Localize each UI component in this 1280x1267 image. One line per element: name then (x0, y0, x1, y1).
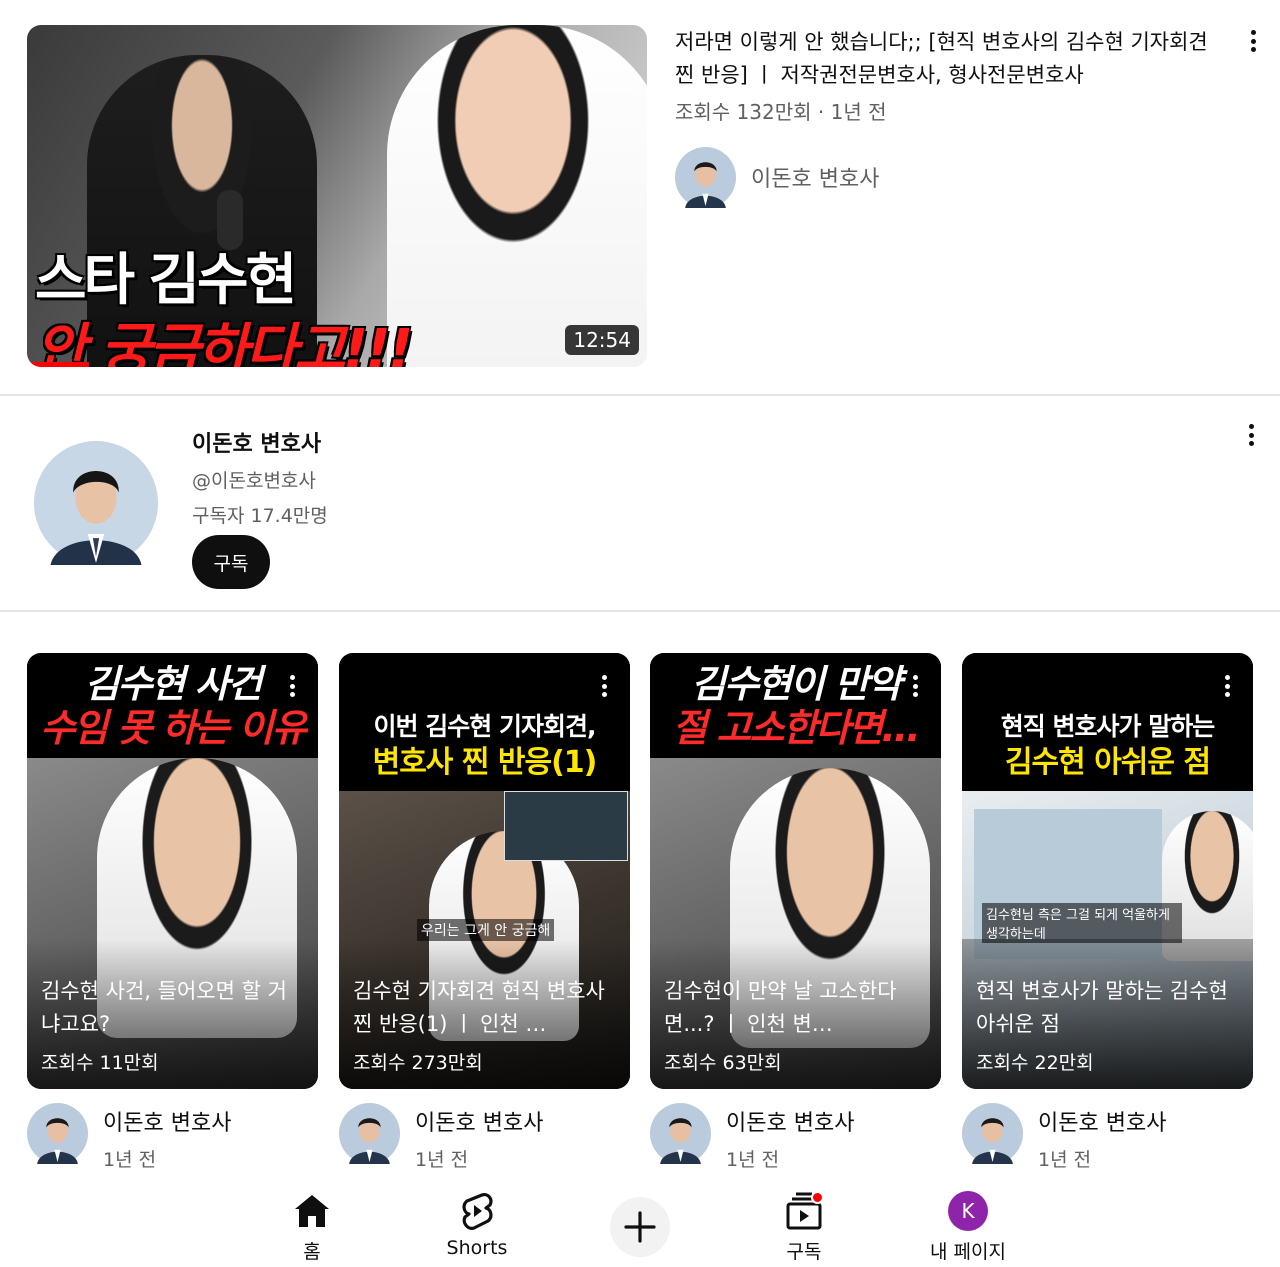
thumbnail-subtitle: 김수현님 측은 그걸 되게 억울하게 생각하는데 (982, 903, 1182, 943)
subscriptions-icon (784, 1191, 824, 1231)
short-channel-name[interactable]: 이돈호 변호사 (415, 1105, 543, 1137)
more-vert-icon[interactable] (1241, 26, 1265, 56)
more-vert-icon[interactable] (1239, 420, 1263, 450)
channel-avatar[interactable] (650, 1103, 711, 1164)
short-banner: 김수현 사건 수임 못 하는 이유 (27, 653, 318, 758)
thumbnail-caption-line1: 스타 김수현 (35, 248, 297, 313)
nav-home[interactable]: 홈 (252, 1185, 372, 1267)
banner-line2: 김수현 아쉬운 점 (1004, 745, 1211, 780)
video-thumbnail[interactable]: 스타 김수현 안 궁금하다고!!! 12:54 (27, 25, 647, 367)
channel-avatar[interactable] (675, 147, 736, 208)
short-card[interactable]: 현직 변호사가 말하는 김수현 아쉬운 점 김수현님 측은 그걸 되게 억울하게… (962, 653, 1253, 1089)
thumbnail-inset (504, 791, 628, 861)
nav-shorts-label: Shorts (446, 1237, 508, 1259)
channel-handle: @이돈호변호사 (192, 470, 316, 492)
short-card[interactable]: 이번 김수현 기자회견, 변호사 찐 반응(1) 우리는 그게 안 궁금해 김수… (339, 653, 630, 1089)
subscribe-button[interactable]: 구독 (192, 535, 270, 589)
nav-shorts[interactable]: Shorts (417, 1185, 537, 1267)
thumbnail-subtitle: 우리는 그게 안 궁금해 (417, 919, 555, 941)
short-title: 김수현이 만약 날 고소한다면...? ㅣ 인천 변… (664, 979, 897, 1036)
channel-avatar-large[interactable] (34, 441, 158, 565)
banner-line1: 김수현이 만약 (691, 661, 902, 706)
create-button[interactable] (610, 1197, 670, 1257)
short-card[interactable]: 김수현 사건 수임 못 하는 이유 김수현 사건, 들어오면 할 거냐고요? 조… (27, 653, 318, 1089)
account-avatar: K (948, 1191, 988, 1231)
channel-avatar[interactable] (339, 1103, 400, 1164)
duration-badge: 12:54 (565, 325, 639, 355)
short-title: 김수현 사건, 들어오면 할 거냐고요? (41, 979, 287, 1036)
channel-name[interactable]: 이돈호 변호사 (751, 161, 879, 193)
video-item[interactable]: 스타 김수현 안 궁금하다고!!! 12:54 저라면 이렇게 안 했습니다;;… (0, 0, 1280, 395)
short-channel-name[interactable]: 이돈호 변호사 (103, 1105, 231, 1137)
nav-you[interactable]: K 내 페이지 (908, 1185, 1028, 1267)
banner-line1: 현직 변호사가 말하는 (1000, 712, 1215, 741)
more-vert-icon[interactable] (1215, 671, 1239, 701)
nav-home-label: 홈 (303, 1241, 321, 1263)
short-views: 조회수 63만회 (664, 1052, 782, 1074)
short-channel-name[interactable]: 이돈호 변호사 (726, 1105, 854, 1137)
short-age: 1년 전 (726, 1149, 780, 1171)
short-age: 1년 전 (415, 1149, 469, 1171)
short-title: 현직 변호사가 말하는 김수현 아쉬운 점 (976, 979, 1228, 1036)
channel-avatar[interactable] (27, 1103, 88, 1164)
banner-line1: 이번 김수현 기자회견, (373, 712, 597, 741)
home-icon (292, 1191, 332, 1231)
short-age: 1년 전 (1038, 1149, 1092, 1171)
channel-title[interactable]: 이돈호 변호사 (192, 426, 321, 458)
bottom-navigation: 홈 Shorts 구독 K 내 페이지 (0, 1185, 1280, 1267)
short-banner: 이번 김수현 기자회견, 변호사 찐 반응(1) (339, 653, 630, 791)
video-title[interactable]: 저라면 이렇게 안 했습니다;; [현직 변호사의 김수현 기자회견 찐 반응]… (675, 26, 1215, 92)
short-thumbnail: 김수현님 측은 그걸 되게 억울하게 생각하는데 (962, 791, 1253, 1089)
watch-progress-bar (27, 362, 89, 367)
short-channel-name[interactable]: 이돈호 변호사 (1038, 1105, 1166, 1137)
account-avatar-icon: K (948, 1191, 988, 1231)
banner-line2: 변호사 찐 반응(1) (372, 745, 598, 780)
nav-subscriptions-label: 구독 (786, 1241, 822, 1263)
banner-line1: 김수현 사건 (84, 661, 262, 706)
notification-dot (811, 1191, 824, 1204)
plus-icon (624, 1211, 656, 1243)
short-title: 김수현 기자회견 현직 변호사 찐 반응(1) ㅣ 인천 … (353, 979, 605, 1036)
short-thumbnail: 우리는 그게 안 궁금해 (339, 791, 630, 1089)
divider (0, 394, 1280, 396)
video-meta: 조회수 132만회 · 1년 전 (675, 100, 887, 124)
short-banner: 김수현이 만약 절 고소한다면... (650, 653, 941, 758)
subscriber-count: 구독자 17.4만명 (192, 505, 328, 527)
more-vert-icon[interactable] (280, 671, 304, 701)
short-views: 조회수 11만회 (41, 1052, 159, 1074)
short-views: 조회수 273만회 (353, 1052, 483, 1074)
nav-subscriptions[interactable]: 구독 (744, 1185, 864, 1267)
more-vert-icon[interactable] (592, 671, 616, 701)
short-card[interactable]: 김수현이 만약 절 고소한다면... 김수현이 만약 날 고소한다면...? ㅣ… (650, 653, 941, 1089)
short-views: 조회수 22만회 (976, 1052, 1094, 1074)
nav-you-label: 내 페이지 (930, 1241, 1006, 1263)
banner-line2: 절 고소한다면... (672, 705, 920, 750)
thumbnail-caption-line2: 안 궁금하다고!!! (35, 318, 413, 367)
divider (0, 610, 1280, 612)
shorts-icon (457, 1191, 497, 1231)
short-banner: 현직 변호사가 말하는 김수현 아쉬운 점 (962, 653, 1253, 791)
channel-avatar[interactable] (962, 1103, 1023, 1164)
thumbnail-person-right (387, 25, 647, 367)
banner-line2: 수임 못 하는 이유 (40, 705, 306, 750)
short-age: 1년 전 (103, 1149, 157, 1171)
more-vert-icon[interactable] (903, 671, 927, 701)
